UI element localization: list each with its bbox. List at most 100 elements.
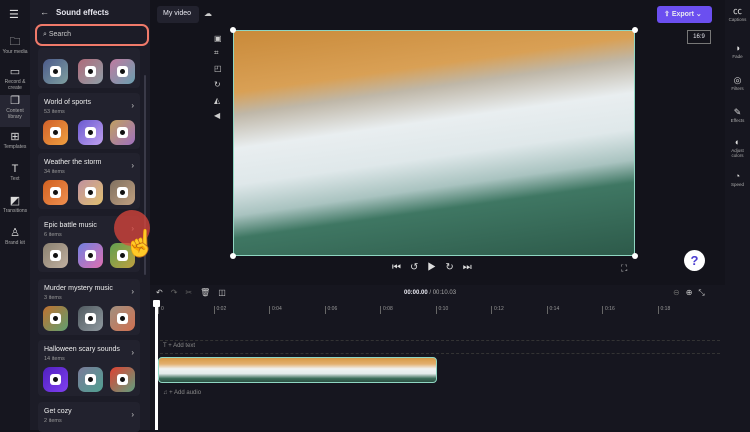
nav-content-library[interactable]: ❐ Content library	[0, 95, 30, 127]
ruler-tick: 0:04	[269, 306, 282, 314]
category-count: 2 items	[44, 418, 62, 424]
category-title: Halloween scary sounds	[44, 346, 120, 353]
aspect-ratio-button[interactable]: 16:9	[687, 30, 711, 44]
collapse-icon[interactable]: ⤡	[698, 288, 710, 297]
nav-record-create[interactable]: ▭ Record & create	[0, 66, 30, 91]
category-card[interactable]: Get cozy 2 items ›	[38, 402, 140, 432]
fade-icon: ◑	[734, 43, 741, 53]
sound-thumb[interactable]	[43, 59, 68, 84]
sound-thumb[interactable]	[43, 367, 68, 392]
resize-handle[interactable]	[632, 253, 638, 259]
hand-cursor-icon: ☝	[124, 228, 157, 258]
crop-icon[interactable]: ⌗	[214, 48, 219, 58]
effects-icon: ✎	[733, 107, 742, 117]
tab-my-video[interactable]: My video	[157, 6, 199, 23]
sound-thumb[interactable]	[78, 120, 103, 145]
add-audio-track[interactable]: ♫ + Add audio	[163, 390, 201, 396]
category-card[interactable]: Murder mystery music 3 items ›	[38, 279, 140, 335]
video-clip[interactable]	[158, 357, 437, 383]
upload-icon: ⇧	[664, 11, 672, 18]
delete-icon[interactable]: 🗑	[200, 288, 218, 297]
skip-back-icon[interactable]: ⏮	[392, 262, 410, 273]
resize-handle[interactable]	[632, 27, 638, 33]
category-count: 34 items	[44, 169, 65, 175]
fullscreen-icon[interactable]: ⛶	[621, 263, 627, 274]
ruler-tick: 0:18	[657, 306, 670, 314]
grid-icon: ⊞	[10, 131, 20, 143]
category-card[interactable]: Halloween scary sounds 14 items ›	[38, 340, 140, 396]
speed-button[interactable]: ◔ Speed	[725, 170, 750, 187]
nav-templates[interactable]: ⊞ Templates	[0, 131, 30, 150]
video-preview[interactable]	[233, 30, 635, 256]
category-card[interactable]: World of sports 53 items ›	[38, 93, 140, 149]
forward-5-icon[interactable]: ↻	[445, 262, 462, 273]
resize-handle[interactable]	[230, 27, 236, 33]
flip-icon[interactable]: ◭	[214, 96, 220, 105]
skip-forward-icon[interactable]: ⏭	[463, 262, 481, 273]
category-card[interactable]: Weather the storm 34 items ›	[38, 153, 140, 209]
text-icon: T	[11, 163, 19, 175]
sound-thumb[interactable]	[110, 306, 135, 331]
nav-brand-kit[interactable]: ♙ Brand kit	[0, 227, 30, 246]
category-title: Weather the storm	[44, 159, 102, 166]
filters-button[interactable]: ◎ Filters	[725, 74, 750, 91]
chevron-right-icon[interactable]: ›	[131, 410, 134, 419]
captions-button[interactable]: ㏄ Captions	[725, 5, 750, 22]
sound-thumb[interactable]	[43, 306, 68, 331]
sound-thumb[interactable]	[78, 59, 103, 84]
sound-thumb[interactable]	[110, 59, 135, 84]
chevron-right-icon[interactable]: ›	[131, 161, 134, 170]
nav-transitions[interactable]: ◩ Transitions	[0, 195, 30, 214]
detach-audio-icon[interactable]: ◫	[218, 288, 234, 297]
nav-your-media[interactable]: 🗀 Your media	[0, 36, 30, 55]
ruler-tick: 0:12	[491, 306, 504, 314]
search-input[interactable]: ⌕ Search	[35, 24, 149, 46]
timeline-toolbar: ↶↷✂🗑◫	[156, 288, 234, 297]
nav-text[interactable]: T Text	[0, 163, 30, 182]
cut-icon[interactable]: ✂	[185, 288, 200, 297]
undo-icon[interactable]: ↶	[156, 288, 171, 297]
zoom-in-icon[interactable]: ⊕	[686, 288, 699, 297]
back-arrow-icon[interactable]: ←	[40, 7, 49, 17]
sound-thumb[interactable]	[78, 306, 103, 331]
sound-thumb[interactable]	[78, 180, 103, 205]
playhead-handle[interactable]	[153, 300, 160, 307]
resize-handle[interactable]	[230, 253, 236, 259]
add-text-track[interactable]: T + Add text	[163, 343, 195, 349]
ruler-tick: 0:16	[602, 306, 615, 314]
sound-thumb[interactable]	[78, 367, 103, 392]
time-display: 00:00.00 / 00:10.03	[404, 290, 457, 296]
fade-button[interactable]: ◑ Fade	[725, 42, 750, 59]
adjust-colors-button[interactable]: ◐ Adjust colors	[725, 136, 750, 158]
chevron-right-icon[interactable]: ›	[131, 287, 134, 296]
chevron-right-icon[interactable]: ›	[131, 101, 134, 110]
help-button[interactable]: ?	[684, 250, 705, 271]
speed-icon: ◔	[734, 171, 741, 181]
fit-icon[interactable]: ▣	[214, 34, 222, 43]
sound-thumb[interactable]	[43, 180, 68, 205]
volume-icon[interactable]: ◀	[214, 111, 220, 120]
sound-thumb[interactable]	[43, 243, 68, 268]
play-icon[interactable]: ▶	[427, 262, 445, 273]
left-nav: ☰ 🗀 Your media ▭ Record & create ❐ Content …	[0, 0, 30, 430]
export-button[interactable]: ⇧ Export ⌄	[657, 6, 712, 23]
sound-thumb[interactable]	[43, 120, 68, 145]
sound-thumb[interactable]	[110, 367, 135, 392]
chevron-right-icon[interactable]: ›	[131, 348, 134, 357]
ruler-tick: 0:10	[435, 306, 448, 314]
sound-thumb[interactable]	[110, 120, 135, 145]
category-card-partial[interactable]	[38, 48, 140, 88]
menu-icon[interactable]: ☰	[9, 8, 19, 21]
effects-button[interactable]: ✎ Effects	[725, 106, 750, 123]
redo-icon[interactable]: ↷	[171, 288, 186, 297]
panel-title: Sound effects	[56, 8, 109, 17]
rewind-5-icon[interactable]: ↺	[410, 262, 427, 273]
rotate-icon[interactable]: ↻	[214, 80, 221, 89]
zoom-out-icon[interactable]: ⊖	[673, 288, 686, 297]
cloud-save-icon[interactable]: ☁	[204, 9, 212, 18]
pip-icon[interactable]: ◰	[214, 64, 222, 73]
sound-thumb[interactable]	[78, 243, 103, 268]
ruler-tick: 0	[158, 306, 164, 314]
category-count: 6 items	[44, 232, 62, 238]
sound-thumb[interactable]	[110, 180, 135, 205]
